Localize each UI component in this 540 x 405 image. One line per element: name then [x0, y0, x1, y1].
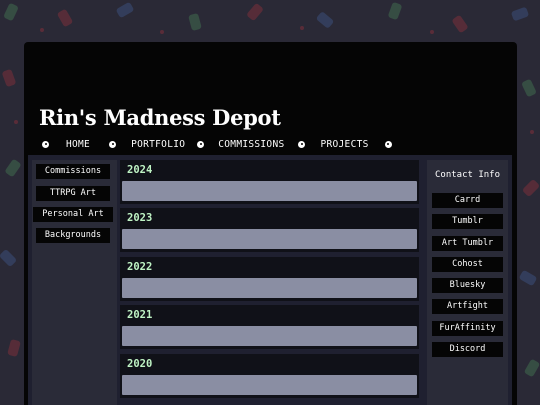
- year-section-2023: 2023: [120, 208, 419, 252]
- nav-projects[interactable]: PROJECTS: [316, 139, 372, 150]
- left-sidebar: Commissions TTRPG Art Personal Art Backg…: [32, 160, 117, 405]
- year-heading: 2022: [127, 261, 153, 273]
- year-gallery-bar[interactable]: [122, 229, 417, 249]
- year-section-2024: 2024: [120, 160, 419, 204]
- contact-link-furaffinity[interactable]: FurAffinity: [432, 321, 503, 336]
- year-heading: 2021: [127, 309, 153, 321]
- nav-commissions[interactable]: COMMISSIONS: [214, 139, 288, 150]
- year-gallery-bar[interactable]: [122, 375, 417, 395]
- content-area: Commissions TTRPG Art Personal Art Backg…: [28, 155, 512, 405]
- bullet-icon: [197, 140, 205, 148]
- sidebar-item-ttrpg-art[interactable]: TTRPG Art: [36, 186, 110, 201]
- contact-link-artfight[interactable]: Artfight: [432, 299, 503, 314]
- bullet-icon: [109, 140, 117, 148]
- site-title: Rin's Madness Depot: [39, 105, 281, 130]
- contact-link-art-tumblr[interactable]: Art Tumblr: [432, 236, 503, 251]
- contact-link-carrd[interactable]: Carrd: [432, 193, 503, 208]
- year-heading: 2024: [127, 164, 153, 176]
- contact-link-discord[interactable]: Discord: [432, 342, 503, 357]
- nav-home[interactable]: HOME: [62, 139, 94, 150]
- year-section-2021: 2021: [120, 305, 419, 349]
- bullet-icon: [42, 140, 49, 148]
- year-gallery-bar[interactable]: [122, 278, 417, 298]
- contact-link-bluesky[interactable]: Bluesky: [432, 278, 503, 293]
- contact-heading: Contact Info: [434, 170, 501, 180]
- year-heading: 2020: [127, 358, 153, 370]
- contact-sidebar: Contact Info Carrd Tumblr Art Tumblr Coh…: [427, 160, 508, 405]
- contact-link-tumblr[interactable]: Tumblr: [432, 214, 503, 229]
- sidebar-item-backgrounds[interactable]: Backgrounds: [36, 228, 110, 243]
- sidebar-item-personal-art[interactable]: Personal Art: [33, 207, 113, 222]
- bullet-icon: [384, 140, 392, 148]
- year-section-2022: 2022: [120, 257, 419, 301]
- bullet-icon: [298, 140, 306, 148]
- year-gallery-bar[interactable]: [122, 181, 417, 201]
- year-section-2020: 2020: [120, 354, 419, 398]
- contact-link-cohost[interactable]: Cohost: [432, 257, 503, 272]
- site-container: Rin's Madness Depot HOME PORTFOLIO COMMI…: [24, 42, 517, 405]
- sidebar-item-commissions[interactable]: Commissions: [36, 164, 110, 179]
- nav-portfolio[interactable]: PORTFOLIO: [127, 139, 189, 150]
- year-heading: 2023: [127, 212, 153, 224]
- year-gallery-bar[interactable]: [122, 326, 417, 346]
- top-nav: HOME PORTFOLIO COMMISSIONS PROJECTS: [42, 136, 422, 152]
